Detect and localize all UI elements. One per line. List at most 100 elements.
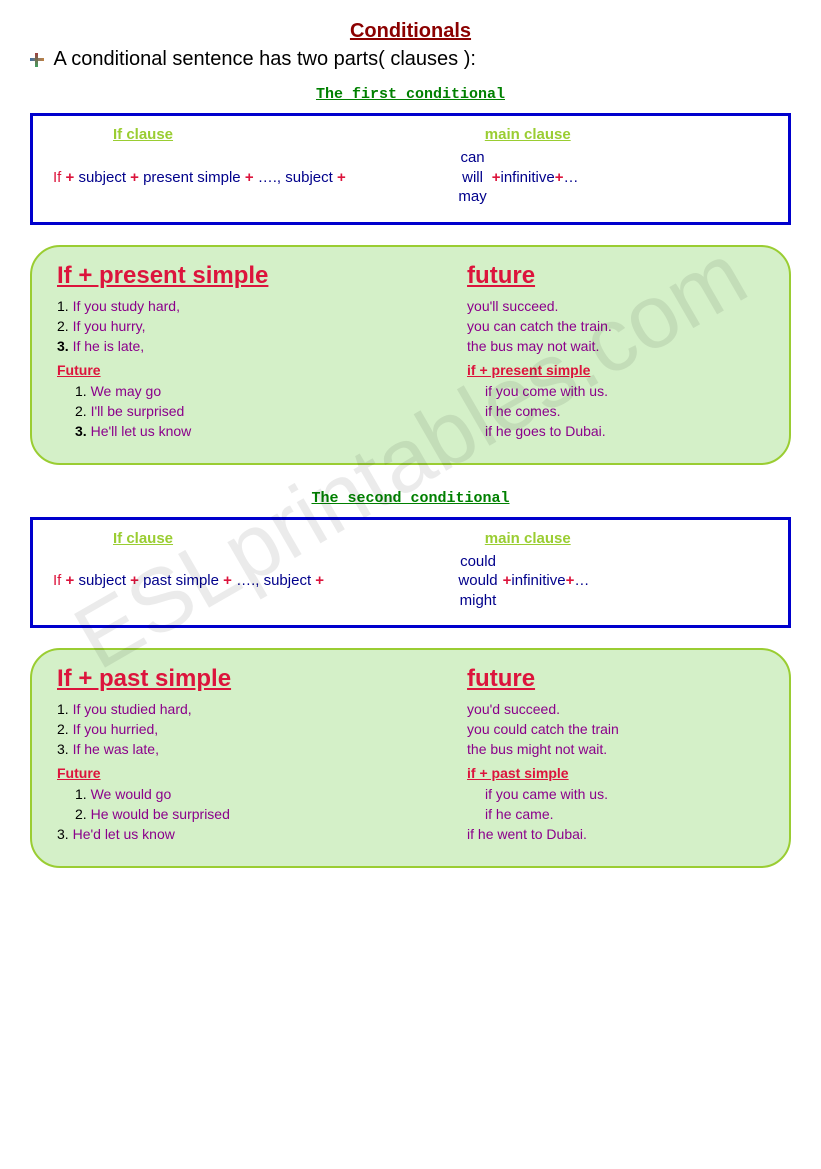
row-left: He'd let us know [73,826,175,842]
example-head-left: If + present simple [57,262,467,290]
example-row: 3. He'd let us know if he went to Dubai. [57,826,764,842]
plus-icon: + [555,169,564,186]
example-head-right: future [467,262,535,290]
row-right: the bus might not wait. [467,741,607,757]
row-num: 1. [75,786,87,802]
example-row: 1. We may go if you come with us. [57,383,764,399]
row-right: if he came. [485,806,553,822]
formula-subject2: subject [285,169,333,186]
formula-trail: … [563,169,578,186]
formula-trail: … [574,572,589,589]
bullet-icon [30,53,44,67]
plus-icon: + [503,572,512,589]
row-right: you'd succeed. [467,701,560,717]
section-heading-second: The second conditional [30,490,791,507]
formula-box-first: If clause main clause If + subject + pre… [30,113,791,225]
formula-subject2: subject [264,572,312,589]
row-right: you'll succeed. [467,298,558,314]
row-left: If he is late, [73,338,145,354]
formula-box-second: If clause main clause If + subject + pas… [30,517,791,629]
section-heading-first: The first conditional [30,86,791,103]
row-right: if he went to Dubai. [467,826,587,842]
modal-will: will [462,168,483,188]
main-clause-label: main clause [485,126,571,143]
row-left: If you studied hard, [73,701,192,717]
formula-if: If [53,572,61,589]
plus-icon: + [492,169,501,186]
example-row: 2. If you hurried, you could catch the t… [57,721,764,737]
main-clause-label: main clause [485,530,571,547]
sub-headers: Future if + past simple [57,765,764,781]
plus-icon: + [66,169,79,186]
sub-headers: Future if + present simple [57,362,764,378]
example-box-second: If + past simple future 1. If you studie… [30,648,791,868]
intro-line: A conditional sentence has two parts( cl… [30,48,791,71]
sub-head-right: if + past simple [467,765,569,781]
row-num: 1. [57,298,69,314]
formula-ellipsis: …., [236,572,259,589]
row-right: if you come with us. [485,383,608,399]
example-row: 3. He'll let us know if he goes to Dubai… [57,423,764,439]
row-num: 1. [57,701,69,717]
formula-subject: subject [78,169,126,186]
formula-line: If + subject + present simple + …., subj… [53,148,768,207]
example-headers: If + present simple future [57,262,764,290]
formula-line: If + subject + past simple + …., subject… [53,552,768,611]
page-title: Conditionals [30,20,791,43]
row-num: 2. [75,403,87,419]
modal-might: might [460,591,497,611]
row-right: you could catch the train [467,721,619,737]
formula-headers: If clause main clause [53,126,768,143]
example-row: 1. If you study hard, you'll succeed. [57,298,764,314]
row-left: I'll be surprised [91,403,185,419]
row-num: 3. [57,741,69,757]
row-left: If he was late, [73,741,159,757]
formula-if: If [53,169,61,186]
example-row: 1. We would go if you came with us. [57,786,764,802]
row-left: If you hurried, [73,721,159,737]
example-row: 3. If he is late, the bus may not wait. [57,338,764,354]
formula-tense: present simple [143,169,241,186]
example-row: 3. If he was late, the bus might not wai… [57,741,764,757]
sub-head-left: Future [57,362,467,378]
plus-icon: + [566,572,575,589]
row-num: 2. [75,806,87,822]
example-row: 1. If you studied hard, you'd succeed. [57,701,764,717]
plus-icon: + [337,169,346,186]
row-num: 3. [75,423,87,439]
row-left: If you study hard, [73,298,180,314]
example-box-first: If + present simple future 1. If you stu… [30,245,791,465]
example-head-right: future [467,665,535,693]
modal-stack: could would might [458,552,497,611]
plus-icon: + [245,169,258,186]
plus-icon: + [315,572,324,589]
row-num: 2. [57,721,69,737]
formula-subject: subject [78,572,126,589]
sub-head-right: if + present simple [467,362,590,378]
row-num: 2. [57,318,69,334]
example-row: 2. I'll be surprised if he comes. [57,403,764,419]
modal-could: could [460,552,496,572]
row-right: you can catch the train. [467,318,612,334]
formula-tense: past simple [143,572,219,589]
row-right: the bus may not wait. [467,338,599,354]
row-num: 3. [57,338,69,354]
row-right: if he comes. [485,403,560,419]
row-left: He'll let us know [91,423,192,439]
intro-text: A conditional sentence has two parts( cl… [53,48,475,70]
row-right: if you came with us. [485,786,608,802]
row-num: 3. [57,826,69,842]
row-num: 1. [75,383,87,399]
sub-head-left: Future [57,765,467,781]
modal-can: can [460,148,484,168]
formula-infinitive: infinitive [501,169,555,186]
example-headers: If + past simple future [57,665,764,693]
if-clause-label: If clause [53,530,485,547]
plus-icon: + [130,169,143,186]
plus-icon: + [223,572,236,589]
modal-would: would [458,571,497,591]
row-left: We would go [91,786,172,802]
modal-may: may [458,187,486,207]
plus-icon: + [66,572,79,589]
modal-stack: can will may [458,148,486,207]
